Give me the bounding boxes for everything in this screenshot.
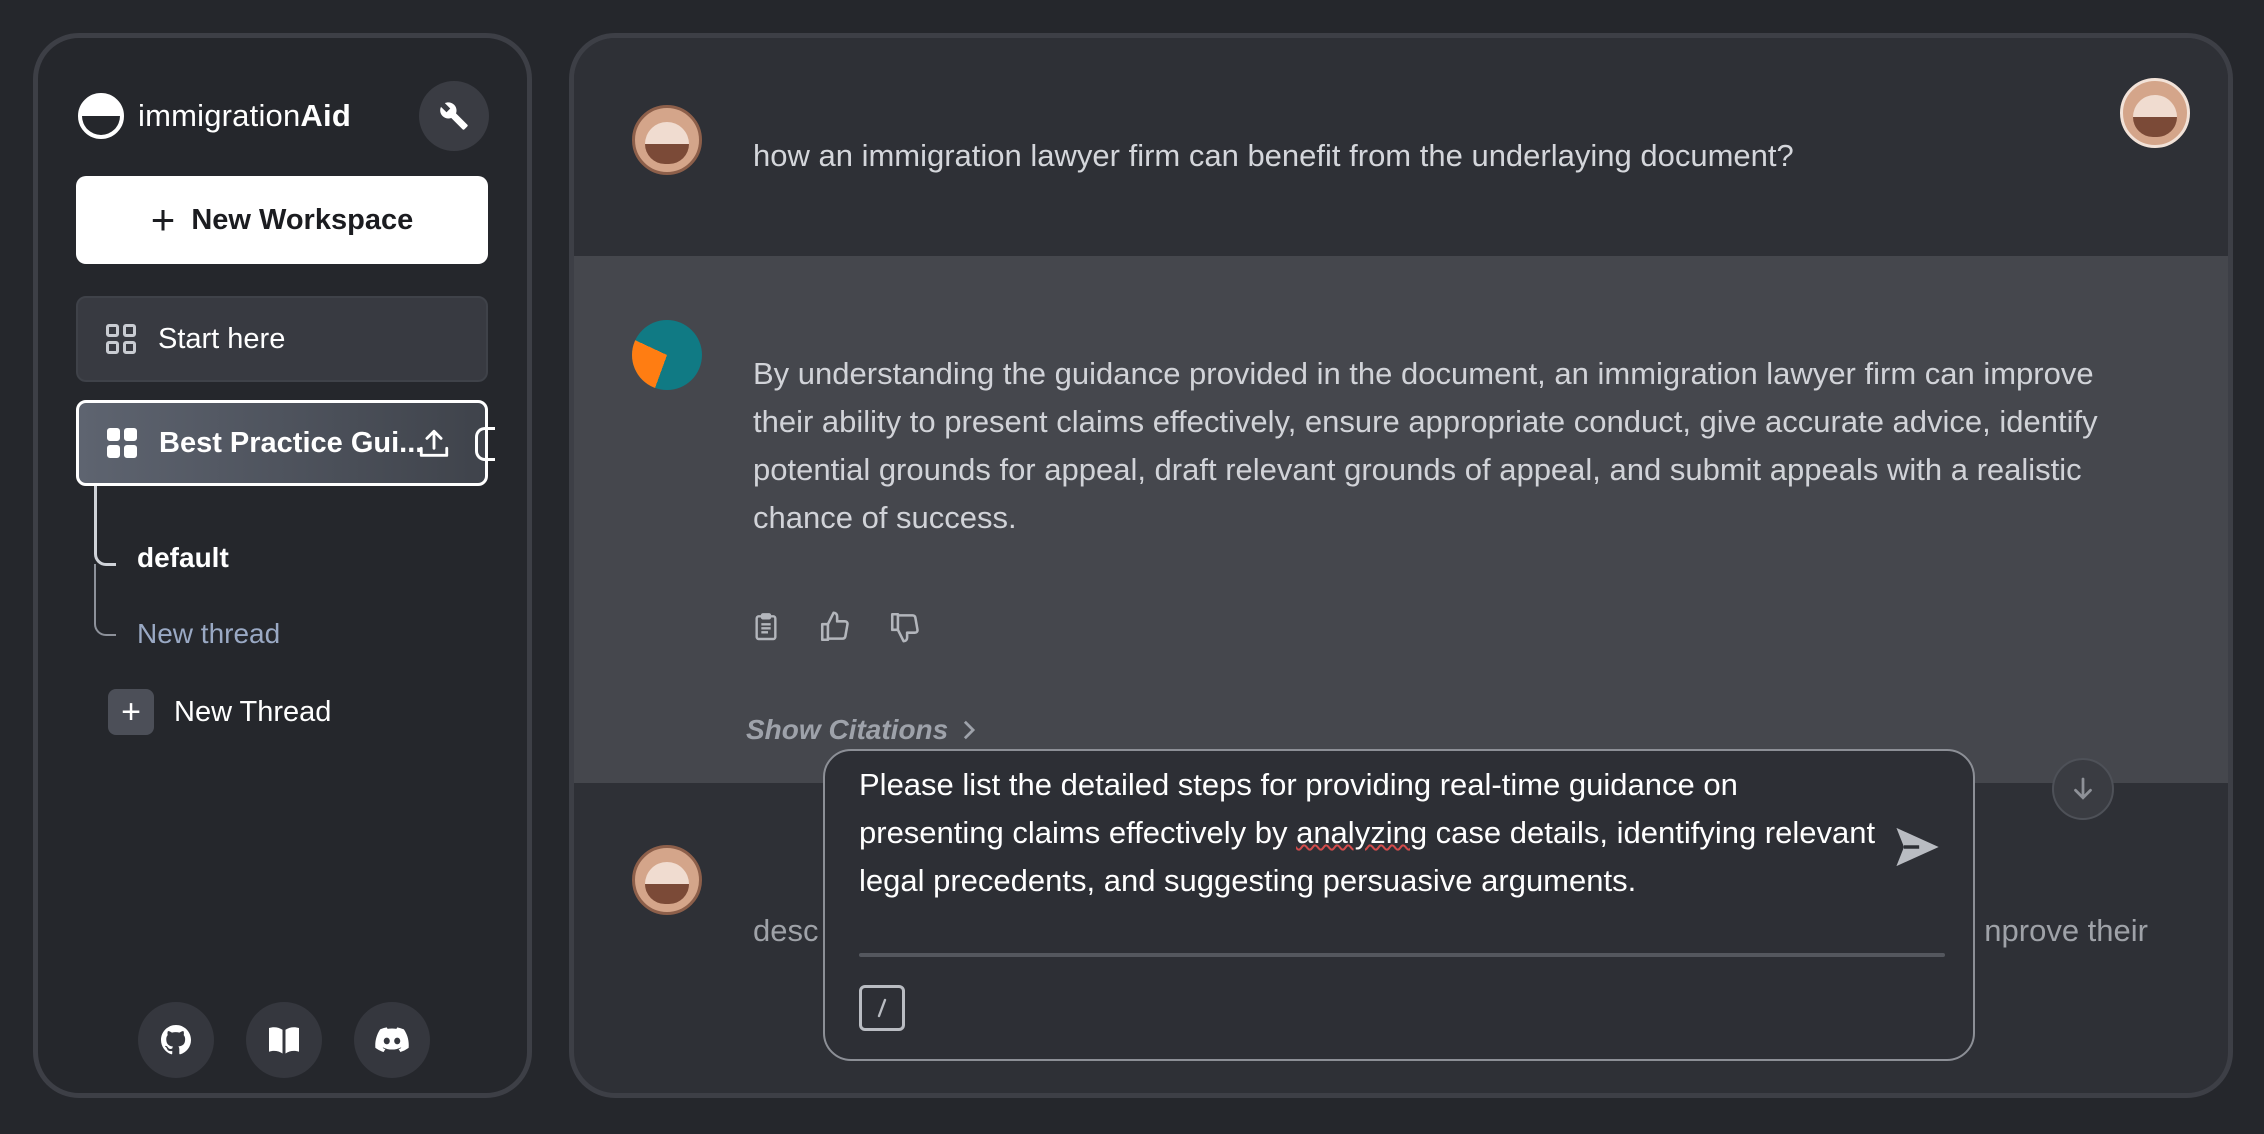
github-icon — [161, 1025, 191, 1055]
new-thread-button[interactable]: + New Thread — [108, 689, 331, 735]
show-citations-toggle[interactable]: Show Citations — [746, 714, 978, 746]
new-workspace-button[interactable]: + New Workspace — [76, 176, 488, 264]
brand: immigrationAid — [78, 93, 351, 139]
new-thread-label: New Thread — [174, 695, 332, 728]
assistant-message-text: By understanding the guidance provided i… — [753, 356, 2098, 535]
slash-command-icon — [877, 998, 887, 1018]
docs-book-icon — [269, 1027, 299, 1054]
prompt-textarea[interactable]: Please list the detailed steps for provi… — [859, 761, 1889, 905]
user-message-text: nprove their — [1984, 913, 2148, 948]
user-avatar — [632, 105, 702, 175]
discord-icon — [375, 1027, 409, 1053]
thumbs-down-button[interactable] — [888, 610, 922, 644]
send-button[interactable] — [1891, 821, 1943, 878]
settings-wrench-button[interactable] — [419, 81, 489, 151]
workspace-grid-icon — [107, 428, 137, 458]
workspace-label: Start here — [158, 322, 286, 355]
workspace-label: Best Practice Gui... — [159, 426, 424, 459]
slash-commands-button[interactable] — [859, 985, 905, 1031]
wrench-icon — [440, 102, 468, 130]
workspace-item-start-here[interactable]: Start here — [76, 296, 488, 382]
scroll-to-bottom-button[interactable] — [2052, 758, 2114, 820]
assistant-avatar — [632, 320, 702, 390]
thread-tree-line — [94, 564, 116, 636]
arrow-down-icon — [2074, 777, 2092, 800]
show-citations-label: Show Citations — [746, 714, 949, 745]
workspace-grid-icon — [106, 324, 136, 354]
sidebar: immigrationAid + New Workspace Start her… — [33, 33, 532, 1098]
user-message-text: desc — [753, 913, 819, 948]
new-workspace-label: New Workspace — [191, 203, 414, 236]
github-button[interactable] — [138, 1002, 214, 1078]
account-avatar[interactable] — [2120, 78, 2190, 148]
thread-item-default[interactable]: default — [137, 542, 229, 574]
message-actions — [750, 610, 922, 644]
user-message: how an immigration lawyer firm can benef… — [574, 38, 2228, 256]
user-avatar — [632, 845, 702, 915]
thumbs-up-button[interactable] — [818, 610, 852, 644]
user-message-text: how an immigration lawyer firm can benef… — [753, 138, 1794, 173]
misspelled-word: analyzing — [1296, 815, 1428, 850]
workspace-item-best-practice[interactable]: Best Practice Gui... — [76, 400, 495, 486]
brand-name: immigrationAid — [138, 98, 351, 133]
plus-icon: + — [150, 196, 176, 243]
footer-links — [138, 1002, 430, 1078]
plus-icon: + — [108, 689, 154, 735]
clipboard-icon — [755, 613, 777, 641]
thumbs-up-icon — [820, 611, 849, 642]
workspace-settings-icon[interactable] — [475, 427, 495, 461]
thread-tree-line — [94, 486, 116, 566]
chevron-right-icon — [964, 720, 976, 740]
prompt-divider — [859, 953, 1945, 957]
docs-button[interactable] — [246, 1002, 322, 1078]
upload-icon[interactable] — [417, 427, 451, 469]
discord-button[interactable] — [354, 1002, 430, 1078]
copy-button[interactable] — [750, 610, 782, 644]
prompt-input-box[interactable]: Please list the detailed steps for provi… — [823, 749, 1975, 1061]
send-icon — [1896, 827, 1939, 867]
thumbs-down-icon — [890, 612, 919, 643]
thread-item-new-thread[interactable]: New thread — [137, 618, 280, 650]
logo-icon — [78, 93, 124, 139]
